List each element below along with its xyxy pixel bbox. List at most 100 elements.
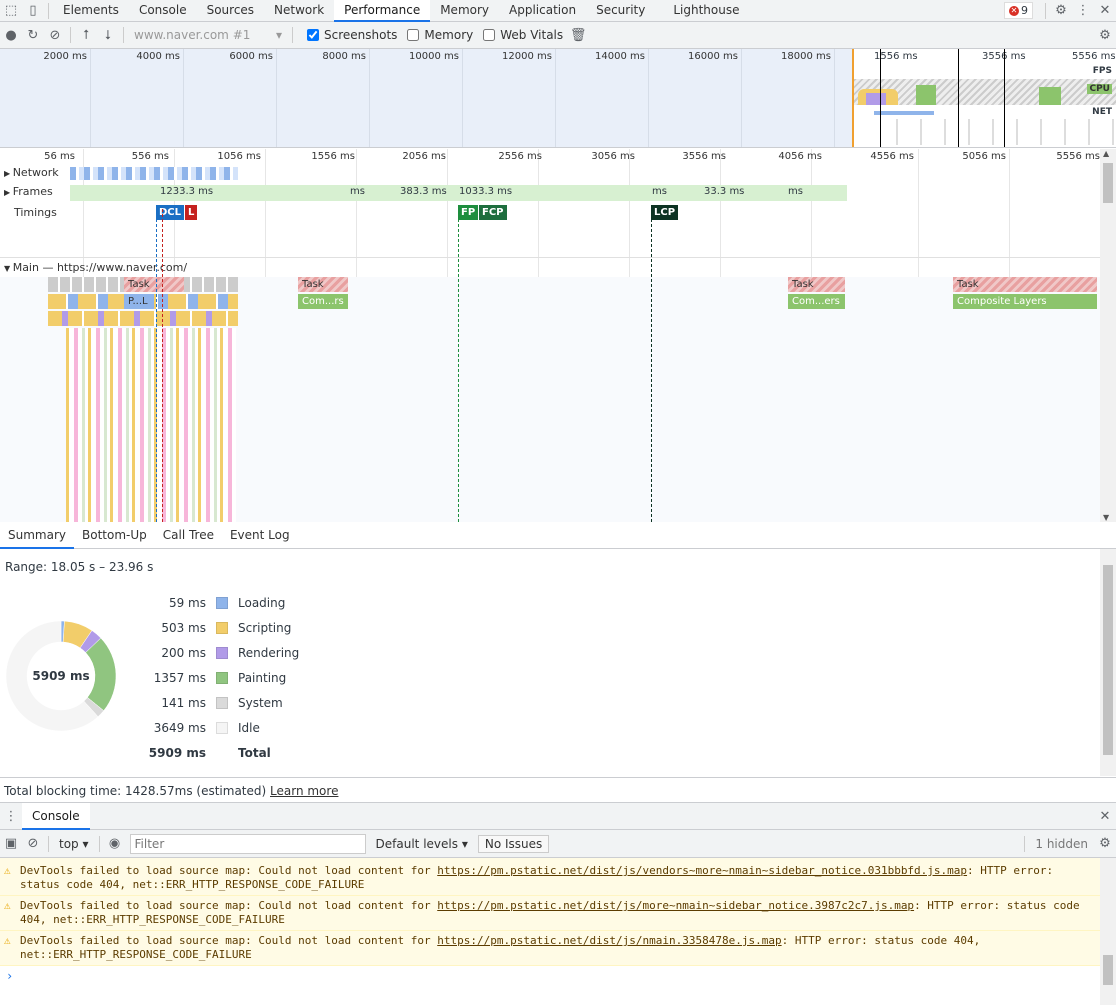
scroll-up-icon[interactable]: ▲: [1103, 149, 1109, 158]
tab-performance[interactable]: Performance: [334, 0, 431, 22]
inspect-element-icon[interactable]: ⬚: [0, 1, 22, 21]
flame-task[interactable]: Task: [298, 277, 348, 292]
flame-composite-layers[interactable]: Composite Layers: [953, 294, 1097, 309]
flame-task[interactable]: Task: [124, 277, 184, 292]
tab-lighthouse[interactable]: Lighthouse: [663, 0, 749, 22]
context-selector[interactable]: top ▾: [53, 837, 95, 851]
overview-selection-window[interactable]: 1556 ms 3556 ms 5556 ms FPS CPU NET: [852, 49, 1116, 147]
fps-label: FPS: [1092, 66, 1112, 76]
main-thread-track-toggle[interactable]: ▼ Main — https://www.naver.com/: [0, 261, 187, 274]
upload-icon[interactable]: ⭡: [75, 25, 97, 45]
source-map-link[interactable]: https://pm.pstatic.net/dist/js/vendors~m…: [437, 864, 967, 877]
time-tick: 3056 ms: [591, 151, 635, 162]
scroll-thumb[interactable]: [1103, 955, 1113, 985]
console-filter-input[interactable]: Filter: [129, 833, 366, 854]
flame-task[interactable]: Task: [788, 277, 845, 292]
overview-tick: 6000 ms: [229, 51, 273, 62]
warning-icon: ⚠: [4, 934, 11, 947]
clear-console-icon[interactable]: ⊘: [22, 834, 44, 854]
download-icon[interactable]: ⭣: [97, 25, 119, 45]
frames-track-label: Frames: [12, 185, 53, 198]
fp-marker[interactable]: FP: [458, 205, 479, 220]
legend-value: 503 ms: [161, 621, 206, 635]
fcp-marker[interactable]: FCP: [479, 205, 507, 220]
frame-duration: 1233.3 ms: [160, 186, 214, 197]
console-warning-row[interactable]: ⚠ DevTools failed to load source map: Cou…: [0, 896, 1100, 931]
screenshots-checkbox-input[interactable]: [307, 29, 319, 41]
network-track-toggle[interactable]: ▶ Network: [0, 166, 59, 179]
tab-event-log[interactable]: Event Log: [222, 522, 298, 549]
flame-chart[interactable]: 56 ms 556 ms 1056 ms 1556 ms 2056 ms 255…: [0, 149, 1100, 522]
screenshots-checkbox[interactable]: Screenshots: [307, 28, 397, 42]
error-badge[interactable]: ✕ 9: [1004, 2, 1033, 19]
memory-checkbox-input[interactable]: [407, 29, 420, 41]
console-settings-gear-icon[interactable]: ⚙: [1094, 834, 1116, 854]
flame-composite-layers[interactable]: Com...ers: [788, 294, 845, 309]
record-icon[interactable]: ●: [0, 25, 22, 45]
flame-parse-html[interactable]: P...L: [124, 294, 154, 309]
tab-application[interactable]: Application: [499, 0, 586, 22]
expand-triangle-icon: ▶: [4, 188, 13, 197]
more-options-icon[interactable]: ⋮: [1072, 1, 1094, 21]
tab-security[interactable]: Security: [586, 0, 655, 22]
legend-swatch: [216, 697, 228, 709]
expand-triangle-icon: ▶: [4, 169, 13, 178]
log-levels-dropdown[interactable]: Default levels ▾: [376, 837, 468, 851]
sidebar-toggle-icon[interactable]: ▣: [0, 834, 22, 854]
tab-console[interactable]: Console: [129, 0, 197, 22]
tab-elements[interactable]: Elements: [53, 0, 129, 22]
flame-task[interactable]: Task: [953, 277, 1097, 292]
overview-tick: 5556 ms: [1072, 51, 1116, 62]
cpu-painting-area: [1039, 87, 1061, 105]
timeline-overview[interactable]: 2000 ms 4000 ms 6000 ms 8000 ms 10000 ms…: [0, 49, 1116, 148]
frames-track-toggle[interactable]: ▶ Frames: [0, 185, 53, 198]
device-toolbar-icon[interactable]: ▯: [22, 1, 44, 21]
scroll-thumb[interactable]: [1103, 565, 1113, 755]
frame-duration: ms: [788, 186, 803, 197]
scroll-thumb[interactable]: [1103, 163, 1113, 203]
memory-checkbox[interactable]: Memory: [407, 28, 473, 42]
console-scrollbar[interactable]: [1100, 858, 1116, 1005]
close-devtools-icon[interactable]: ✕: [1094, 1, 1116, 21]
drawer-menu-icon[interactable]: ⋮: [0, 806, 22, 826]
issues-button[interactable]: No Issues: [477, 834, 550, 853]
settings-gear-icon[interactable]: ⚙: [1050, 1, 1072, 21]
capture-settings-gear-icon[interactable]: ⚙: [1094, 25, 1116, 45]
scroll-down-icon[interactable]: ▼: [1103, 513, 1109, 522]
legend-label: Idle: [238, 721, 260, 735]
tab-summary[interactable]: Summary: [0, 522, 74, 549]
lcp-marker[interactable]: LCP: [651, 205, 679, 220]
web-vitals-checkbox-input[interactable]: [483, 29, 496, 41]
flame-chart-scrollbar[interactable]: ▲ ▼: [1100, 149, 1116, 522]
console-warning-row[interactable]: ⚠ DevTools failed to load source map: Cou…: [0, 861, 1100, 896]
summary-scrollbar[interactable]: [1100, 549, 1116, 776]
console-prompt[interactable]: ›: [0, 966, 1100, 986]
frame-duration: ms: [652, 186, 667, 197]
reload-profile-icon[interactable]: ↻: [22, 25, 44, 45]
tab-network[interactable]: Network: [264, 0, 334, 22]
tab-sources[interactable]: Sources: [197, 0, 264, 22]
performance-toolbar: ● ↻ ⊘ ⭡ ⭣ www.naver.com #1 ▾ Screenshots …: [0, 22, 1116, 49]
web-vitals-checkbox[interactable]: Web Vitals: [483, 28, 563, 42]
flame-composite-layers[interactable]: Com...rs: [298, 294, 348, 309]
tab-bottom-up[interactable]: Bottom-Up: [74, 522, 155, 549]
drawer-tab-console[interactable]: Console: [22, 802, 90, 830]
overview-tick: 16000 ms: [688, 51, 738, 62]
console-toolbar: ▣ ⊘ top ▾ ◉ Filter Default levels ▾ No I…: [0, 830, 1116, 858]
source-map-link[interactable]: https://pm.pstatic.net/dist/js/more~nmai…: [437, 899, 914, 912]
close-drawer-icon[interactable]: ✕: [1094, 806, 1116, 826]
tab-call-tree[interactable]: Call Tree: [155, 522, 222, 549]
legend-loading: 59 ms Loading: [0, 593, 285, 613]
tab-memory[interactable]: Memory: [430, 0, 499, 22]
learn-more-link[interactable]: Learn more: [270, 784, 338, 798]
console-warning-row[interactable]: ⚠ DevTools failed to load source map: Cou…: [0, 931, 1100, 966]
source-map-link[interactable]: https://pm.pstatic.net/dist/js/nmain.335…: [437, 934, 781, 947]
profile-select[interactable]: www.naver.com #1 ▾: [128, 28, 288, 42]
live-expression-eye-icon[interactable]: ◉: [104, 834, 126, 854]
profile-select-value: www.naver.com #1: [134, 28, 251, 42]
dropdown-arrow-icon: ▾: [461, 836, 468, 851]
dcl-marker[interactable]: DCL: [156, 205, 185, 220]
clear-icon[interactable]: ⊘: [44, 25, 66, 45]
load-marker[interactable]: L: [185, 205, 198, 220]
trash-icon[interactable]: 🗑: [567, 25, 589, 45]
